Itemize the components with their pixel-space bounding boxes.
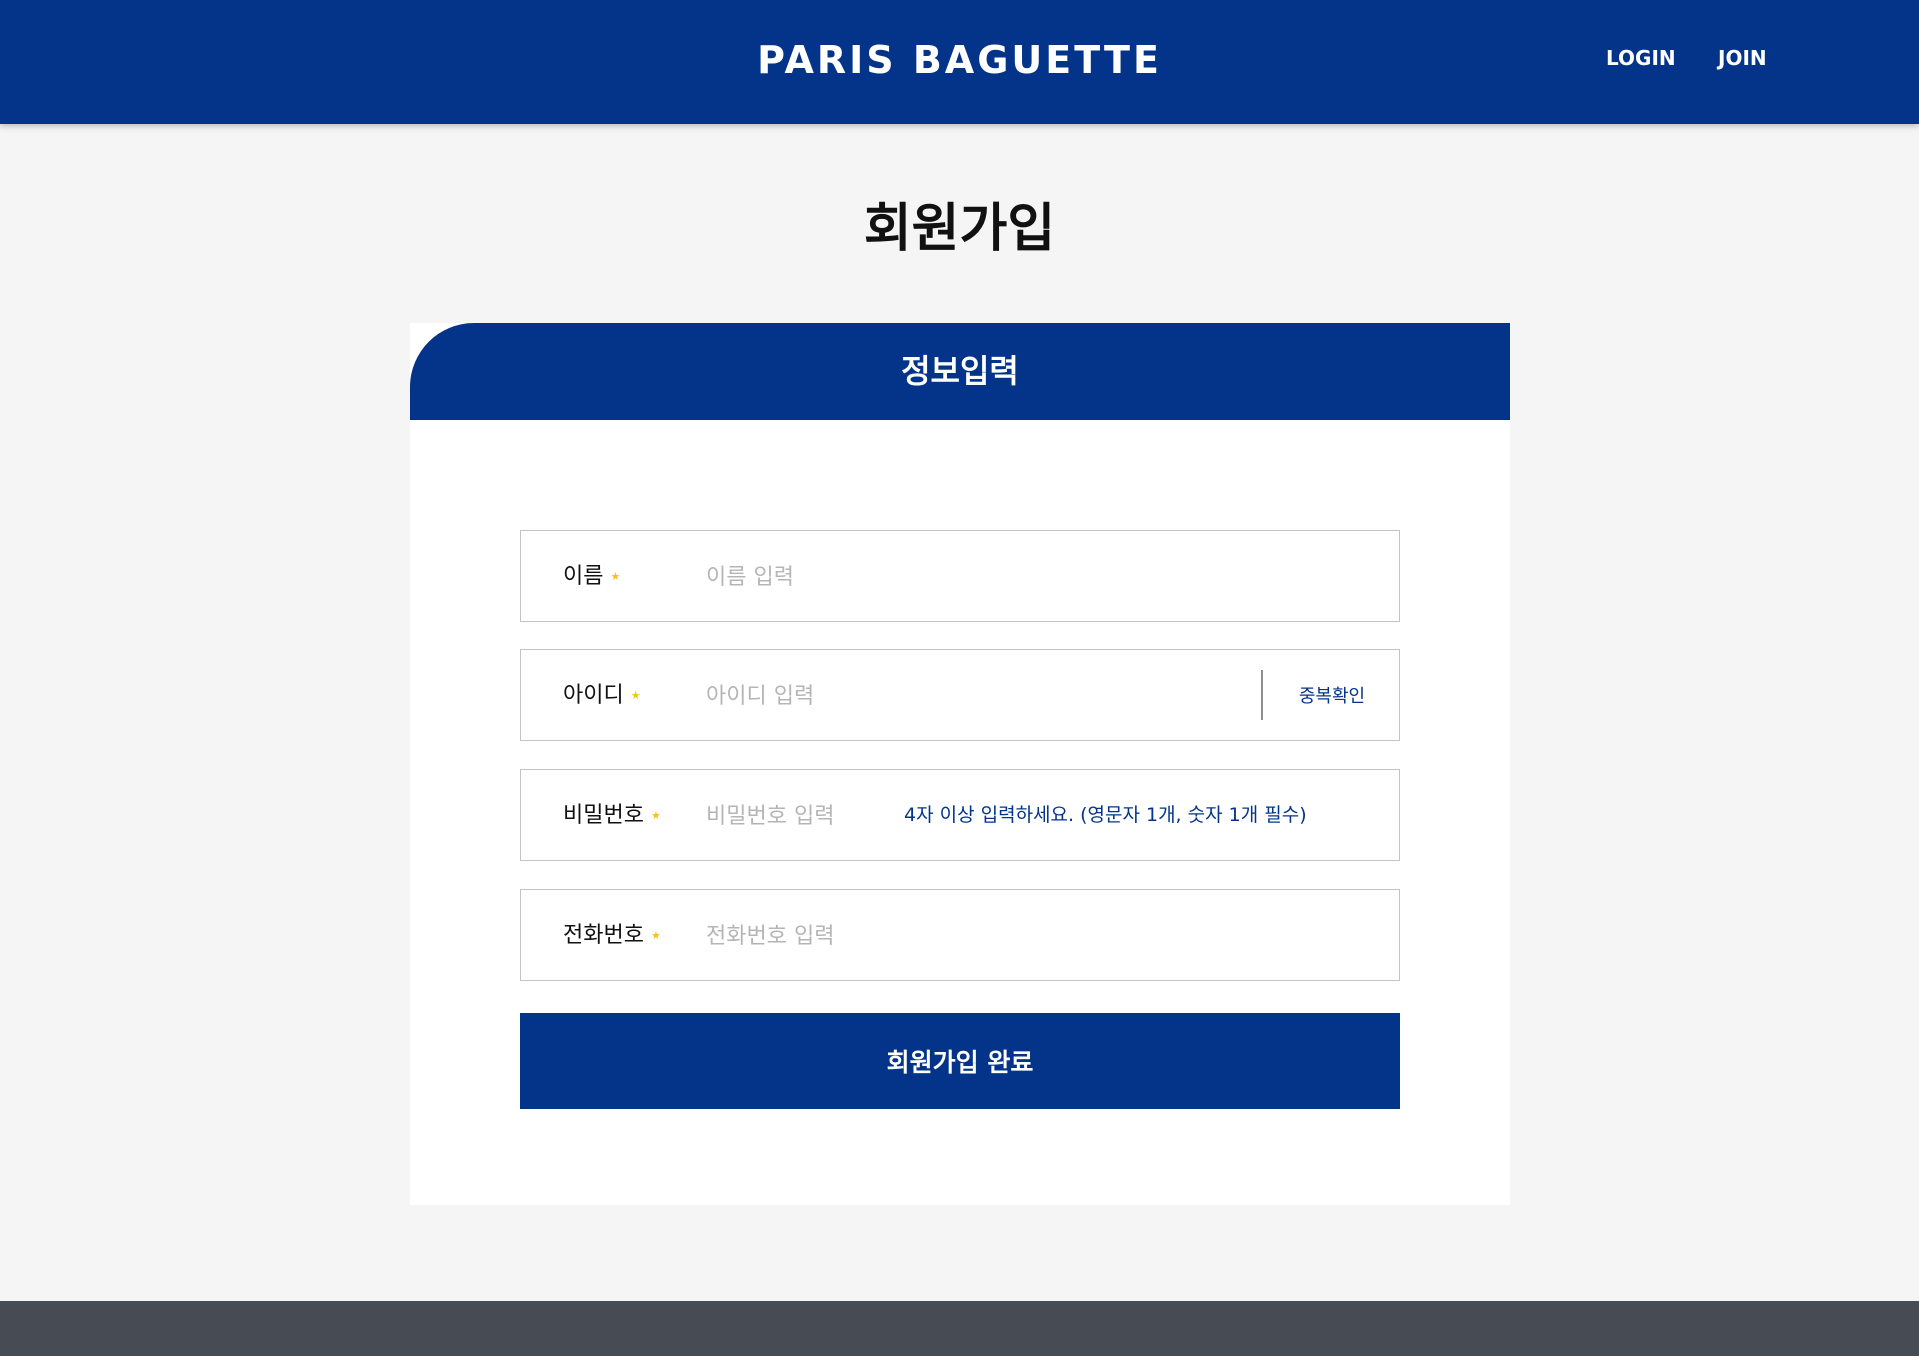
site-footer xyxy=(0,1301,1919,1356)
name-label: 이름 ★ xyxy=(563,531,620,623)
name-field: 이름 ★ xyxy=(520,530,1400,622)
duplicate-check-button[interactable]: 중복확인 xyxy=(1263,650,1401,740)
password-label-text: 비밀번호 xyxy=(563,803,644,828)
join-link[interactable]: JOIN xyxy=(1718,46,1767,70)
required-star-icon: ★ xyxy=(630,689,641,702)
name-input[interactable] xyxy=(706,553,1226,601)
required-star-icon: ★ xyxy=(650,809,661,822)
signup-card: 정보입력 이름 ★ 아이디 ★ 중복확인 비밀번호 ★ 4자 이상 입력하세요. (영… xyxy=(410,323,1510,1205)
site-header: PARIS BAGUETTE LOGIN JOIN xyxy=(0,0,1919,124)
password-input[interactable] xyxy=(706,792,886,840)
phone-field: 전화번호 ★ xyxy=(520,889,1400,981)
id-input[interactable] xyxy=(706,672,1226,720)
signup-submit-button[interactable]: 회원가입 완료 xyxy=(520,1013,1400,1109)
login-link[interactable]: LOGIN xyxy=(1606,46,1676,70)
id-field: 아이디 ★ 중복확인 xyxy=(520,649,1400,741)
phone-label-text: 전화번호 xyxy=(563,923,644,948)
password-label: 비밀번호 ★ xyxy=(563,770,661,862)
phone-label: 전화번호 ★ xyxy=(563,890,661,982)
id-label-text: 아이디 xyxy=(563,683,624,708)
password-field: 비밀번호 ★ 4자 이상 입력하세요. (영문자 1개, 숫자 1개 필수) xyxy=(520,769,1400,861)
name-label-text: 이름 xyxy=(563,564,604,589)
required-star-icon: ★ xyxy=(610,570,621,583)
phone-input[interactable] xyxy=(706,912,1226,960)
required-star-icon: ★ xyxy=(650,929,661,942)
page-title: 회원가입 xyxy=(863,199,1056,259)
section-title: 정보입력 xyxy=(410,323,1510,420)
id-label: 아이디 ★ xyxy=(563,650,641,742)
password-hint: 4자 이상 입력하세요. (영문자 1개, 숫자 1개 필수) xyxy=(904,804,1307,826)
